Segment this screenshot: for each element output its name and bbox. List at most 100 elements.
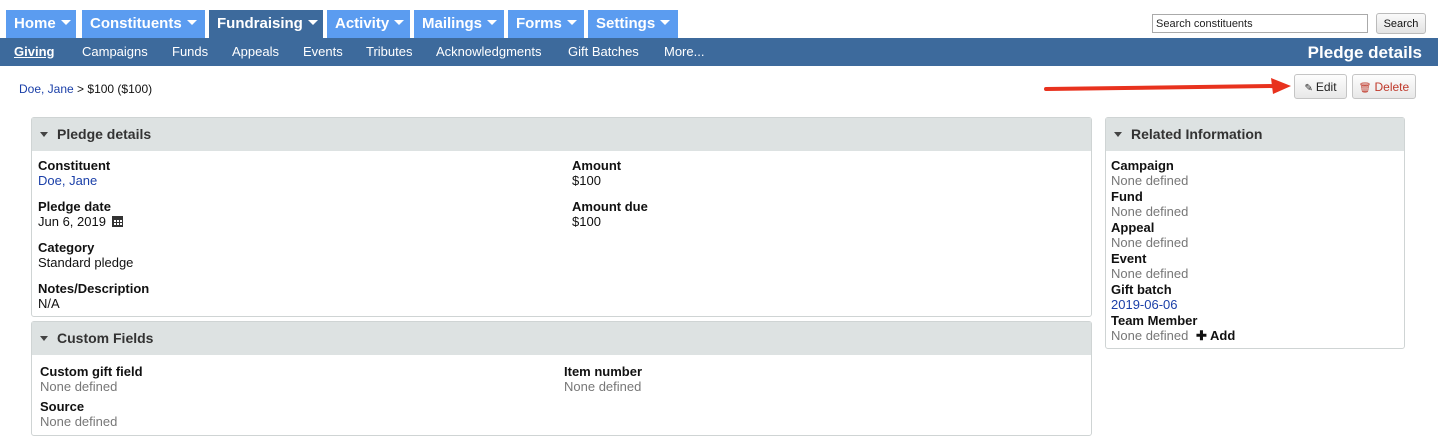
amount-due-field: Amount due $100 [572, 199, 648, 229]
related-information-title: Related Information [1131, 126, 1263, 142]
subnav-item-funds[interactable]: Funds [172, 44, 208, 59]
category-label: Category [38, 240, 95, 255]
breadcrumb-separator: > [77, 82, 85, 96]
subnav-item-appeals[interactable]: Appeals [232, 44, 279, 59]
appeal-value: None defined [1111, 235, 1189, 250]
tab-fundraising[interactable]: Fundraising [209, 10, 323, 38]
subnav-item-more[interactable]: More... [664, 44, 704, 59]
edit-button-label: Edit [1315, 80, 1337, 94]
calendar-icon[interactable] [111, 216, 123, 227]
item-number-value: None defined [564, 379, 642, 394]
amount-label: Amount [572, 158, 622, 173]
tab-forms[interactable]: Forms [508, 10, 584, 38]
amount-value: $100 [572, 173, 601, 188]
tab-home[interactable]: Home [6, 10, 76, 38]
delete-button[interactable]: 🗑 Delete [1352, 74, 1416, 99]
event-value: None defined [1111, 266, 1189, 281]
campaign-field: Campaign None defined [1111, 158, 1188, 188]
breadcrumb-constituent-link[interactable]: Doe, Jane [19, 82, 74, 96]
search-input[interactable] [1152, 14, 1368, 33]
chevron-down-icon [566, 20, 577, 25]
tab-fundraising-label: Fundraising [217, 15, 303, 32]
custom-fields-panel: Custom Fields Custom gift field None def… [31, 321, 1092, 436]
team-member-field: Team Member None defined ✚ Add [1111, 313, 1235, 343]
notes-value: N/A [38, 296, 60, 311]
amount-field: Amount $100 [572, 158, 621, 188]
event-label: Event [1111, 251, 1147, 266]
chevron-down-icon [660, 20, 671, 25]
chevron-down-icon [394, 20, 405, 25]
fund-label: Fund [1111, 189, 1143, 204]
pledge-details-panel: Pledge details Constituent Doe, Jane Amo… [31, 117, 1092, 317]
subnav-item-campaigns[interactable]: Campaigns [82, 44, 148, 59]
tab-home-label: Home [14, 15, 56, 32]
subnav-item-events[interactable]: Events [303, 44, 343, 59]
annotation-arrow-icon [1044, 78, 1291, 94]
collapse-caret-icon [40, 336, 48, 341]
pencil-icon: ✎ [1304, 83, 1313, 94]
custom-fields-header[interactable]: Custom Fields [32, 322, 1091, 355]
subnav-item-acknowledgments[interactable]: Acknowledgments [436, 44, 542, 59]
breadcrumb: Doe, Jane > $100 ($100) [19, 82, 152, 96]
subnav-item-gift-batches[interactable]: Gift Batches [568, 44, 639, 59]
notes-label: Notes/Description [38, 281, 150, 296]
custom-gift-value: None defined [40, 379, 118, 394]
chevron-down-icon [487, 20, 498, 25]
category-field: Category Standard pledge [38, 240, 133, 270]
appeal-field: Appeal None defined [1111, 220, 1188, 250]
tab-settings[interactable]: Settings [588, 10, 678, 38]
related-information-header[interactable]: Related Information [1106, 118, 1404, 151]
amount-due-value: $100 [572, 214, 601, 229]
sub-nav: Giving Campaigns Funds Appeals Events Tr… [0, 38, 1438, 66]
tab-mailings[interactable]: Mailings [414, 10, 504, 38]
tab-constituents-label: Constituents [90, 15, 182, 32]
related-information-panel: Related Information Campaign None define… [1105, 117, 1405, 349]
pledge-details-header[interactable]: Pledge details [32, 118, 1091, 151]
source-field: Source None defined [40, 399, 117, 429]
pledge-date-value: Jun 6, 2019 [38, 214, 106, 229]
item-number-field: Item number None defined [564, 364, 642, 394]
custom-gift-field: Custom gift field None defined [40, 364, 143, 394]
subnav-item-giving[interactable]: Giving [14, 44, 54, 59]
gift-batch-link[interactable]: 2019-06-06 [1111, 297, 1178, 312]
chevron-down-icon [60, 20, 71, 25]
constituent-link[interactable]: Doe, Jane [38, 173, 110, 188]
edit-button[interactable]: ✎ Edit [1294, 74, 1347, 99]
tab-settings-label: Settings [596, 15, 656, 32]
tab-mailings-label: Mailings [422, 15, 483, 32]
fund-value: None defined [1111, 204, 1189, 219]
tab-activity-label: Activity [335, 15, 390, 32]
plus-icon: ✚ [1195, 328, 1207, 343]
collapse-caret-icon [1114, 132, 1122, 137]
tab-activity[interactable]: Activity [327, 10, 410, 38]
search-button[interactable]: Search [1376, 13, 1426, 34]
subnav-item-tributes[interactable]: Tributes [366, 44, 412, 59]
item-number-label: Item number [564, 364, 643, 379]
breadcrumb-current: $100 ($100) [87, 82, 153, 96]
constituent-field: Constituent Doe, Jane [38, 158, 110, 188]
tab-constituents[interactable]: Constituents [82, 10, 205, 38]
pledge-date-field: Pledge date Jun 6, 2019 [38, 199, 123, 229]
top-nav: Home Constituents Fundraising Activity M… [0, 0, 1438, 38]
appeal-label: Appeal [1111, 220, 1155, 235]
delete-button-label: Delete [1374, 80, 1410, 94]
tab-forms-label: Forms [516, 15, 562, 32]
gift-batch-label: Gift batch [1111, 282, 1172, 297]
campaign-label: Campaign [1111, 158, 1174, 173]
add-label: Add [1210, 328, 1236, 343]
team-member-label: Team Member [1111, 313, 1198, 328]
add-team-member-button[interactable]: ✚ Add [1196, 328, 1235, 343]
fund-field: Fund None defined [1111, 189, 1188, 219]
team-member-value: None defined [1111, 328, 1189, 343]
source-label: Source [40, 399, 85, 414]
trash-icon: 🗑 [1358, 83, 1372, 94]
custom-gift-label: Custom gift field [40, 364, 143, 379]
chevron-down-icon [307, 20, 318, 25]
category-value: Standard pledge [38, 255, 134, 270]
page-title: Pledge details [1307, 43, 1422, 62]
notes-field: Notes/Description N/A [38, 281, 149, 311]
collapse-caret-icon [40, 132, 48, 137]
event-field: Event None defined [1111, 251, 1188, 281]
pledge-date-label: Pledge date [38, 199, 111, 214]
pledge-details-title: Pledge details [57, 126, 152, 142]
